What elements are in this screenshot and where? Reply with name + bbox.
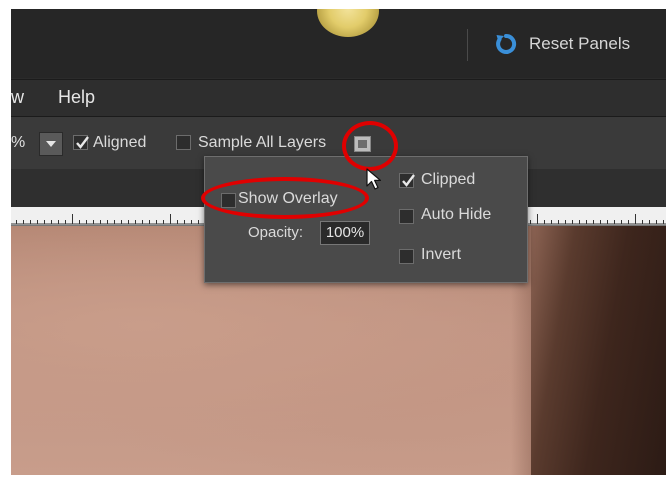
auto-hide-checkbox[interactable]: [399, 209, 414, 224]
size-dropdown-button[interactable]: [39, 132, 63, 156]
aligned-checkbox[interactable]: [73, 135, 89, 150]
reset-icon: [493, 31, 519, 57]
clone-overlay-icon[interactable]: [354, 136, 371, 152]
aligned-label: Aligned: [93, 134, 147, 151]
checkmark-icon: [402, 174, 415, 187]
checkmark-icon: [76, 136, 89, 149]
menu-item-help[interactable]: Help: [58, 87, 95, 108]
chevron-down-icon: [46, 141, 56, 147]
app-window: Reset Panels w Help % Aligned Sample All…: [11, 9, 666, 475]
title-bar: Reset Panels: [11, 9, 666, 78]
invert-checkbox[interactable]: [399, 249, 414, 264]
invert-label: Invert: [421, 246, 462, 263]
clipped-checkbox[interactable]: [399, 173, 415, 188]
sample-all-layers-label: Sample All Layers: [198, 134, 327, 151]
app-logo-glow: [317, 9, 379, 37]
size-percent: %: [11, 134, 26, 151]
opacity-label: Opacity:: [248, 224, 304, 241]
show-overlay-checkbox[interactable]: [221, 193, 236, 208]
auto-hide-label: Auto Hide: [421, 206, 492, 223]
reset-panels-button[interactable]: Reset Panels: [493, 31, 630, 57]
photo-shadow-region: [531, 226, 666, 475]
sample-all-layers-checkbox[interactable]: [176, 135, 191, 150]
menu-bar: w Help: [11, 79, 666, 117]
title-bar-divider: [467, 29, 468, 61]
reset-panels-label: Reset Panels: [529, 34, 631, 53]
mouse-cursor-icon: [366, 168, 386, 196]
show-overlay-label: Show Overlay: [238, 190, 338, 207]
opacity-field[interactable]: 100%: [320, 221, 370, 245]
clipped-label: Clipped: [421, 171, 476, 188]
menu-item-window[interactable]: w: [11, 87, 24, 108]
